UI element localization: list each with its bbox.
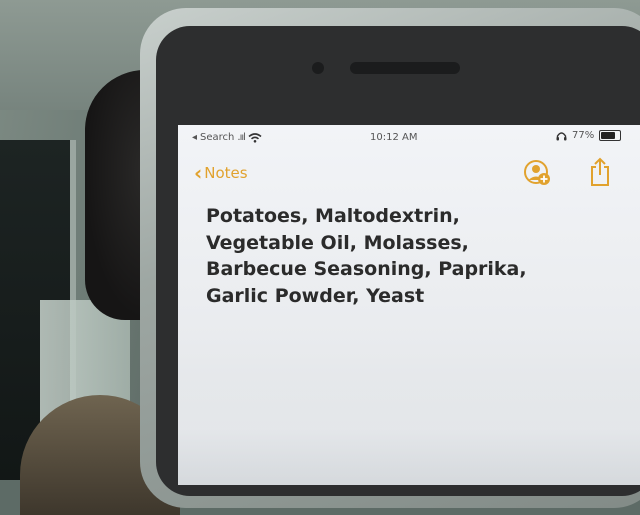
note-line: Barbecue Seasoning, Paprika, xyxy=(206,258,527,280)
chevron-left-icon: ‹ xyxy=(194,161,203,185)
status-right: 77% xyxy=(556,130,622,141)
wifi-icon xyxy=(248,132,262,143)
share-icon[interactable] xyxy=(588,157,612,187)
phone-screen: ◂ Search .ııl 10:12 AM 77% ‹ Notes Potat… xyxy=(178,125,640,485)
note-line: Potatoes, Maltodextrin, xyxy=(206,205,460,227)
navigation-bar: ‹ Notes xyxy=(178,157,640,193)
note-body[interactable]: Potatoes, Maltodextrin, Vegetable Oil, M… xyxy=(206,203,626,309)
battery-percent: 77% xyxy=(572,130,595,141)
back-triangle-icon: ◂ xyxy=(192,132,198,143)
battery-icon xyxy=(599,130,622,141)
earpiece-speaker xyxy=(350,62,460,74)
battery-fill xyxy=(601,132,616,139)
status-time: 10:12 AM xyxy=(370,132,418,143)
front-camera xyxy=(312,62,324,74)
back-button[interactable]: ‹ Notes xyxy=(194,163,248,183)
signal-icon: .ııl xyxy=(237,132,245,143)
back-button-label: Notes xyxy=(204,164,248,182)
status-back-app: Search xyxy=(200,132,235,143)
status-bar: ◂ Search .ııl 10:12 AM 77% xyxy=(178,129,640,149)
collaborate-icon[interactable] xyxy=(522,159,552,187)
note-line: Vegetable Oil, Molasses, xyxy=(206,231,469,254)
screen-glare xyxy=(178,345,640,485)
status-left[interactable]: ◂ Search .ııl xyxy=(192,132,262,143)
note-line: Garlic Powder, Yeast xyxy=(206,284,425,307)
headphones-icon xyxy=(556,131,567,140)
